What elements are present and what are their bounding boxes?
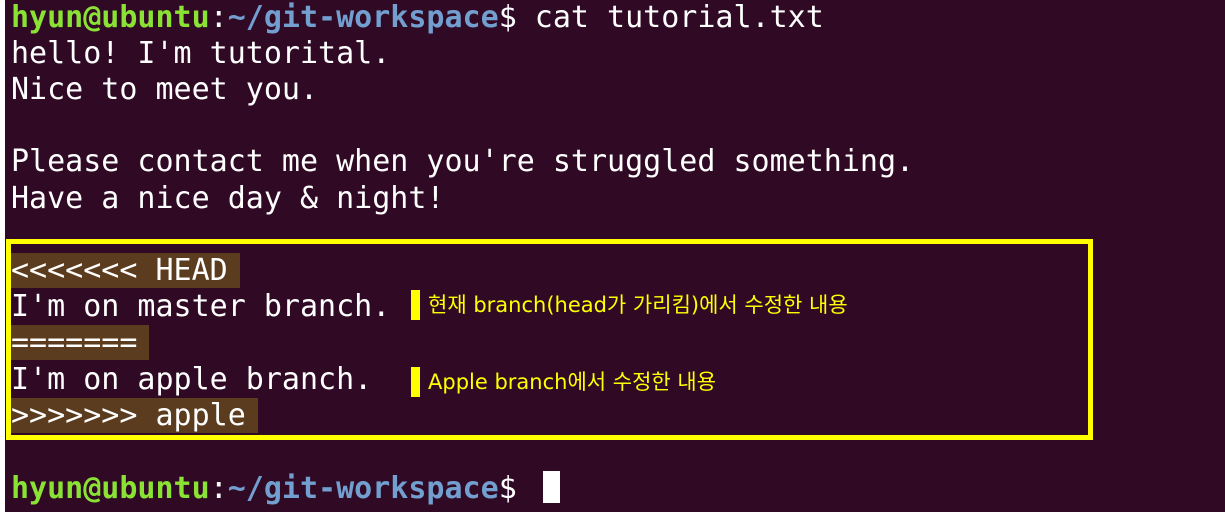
head-annotation: 현재 branch(head가 가리킴)에서 수정한 내용 (411, 288, 848, 320)
prompt-path: ~/git-workspace (227, 0, 499, 35)
prompt-user-host: hyun@ubuntu (11, 0, 210, 35)
apple-annotation-text: Apple branch에서 수정한 내용 (428, 370, 717, 394)
prompt-user-host-2: hyun@ubuntu (11, 471, 210, 506)
output-line-4: Have a nice day & night! (11, 181, 445, 216)
prompt-symbol-2: $ (498, 471, 535, 506)
head-annotation-text: 현재 branch(head가 가리킴)에서 수정한 내용 (428, 293, 848, 317)
prompt-path-2: ~/git-workspace (227, 471, 499, 506)
conflict-highlight-box (6, 239, 1093, 440)
prompt-line-cat: hyun@ubuntu:~/git-workspace$ cat tutoria… (11, 0, 824, 36)
prompt-colon-2: : (209, 471, 228, 506)
terminal-cursor[interactable] (542, 471, 560, 503)
apple-annotation-bar (411, 367, 420, 397)
apple-annotation: Apple branch에서 수정한 내용 (411, 365, 716, 397)
window-left-edge (0, 0, 5, 512)
command-text: cat tutorial.txt (516, 0, 824, 35)
prompt-symbol: $ (498, 0, 517, 35)
prompt-line-current[interactable]: hyun@ubuntu:~/git-workspace$ (11, 471, 560, 507)
output-line-1: hello! I'm tutorital. (11, 36, 391, 71)
output-line-3: Please contact me when you're struggled … (11, 144, 915, 179)
prompt-colon: : (209, 0, 228, 35)
output-line-2: Nice to meet you. (11, 72, 319, 107)
head-annotation-bar (411, 290, 420, 320)
